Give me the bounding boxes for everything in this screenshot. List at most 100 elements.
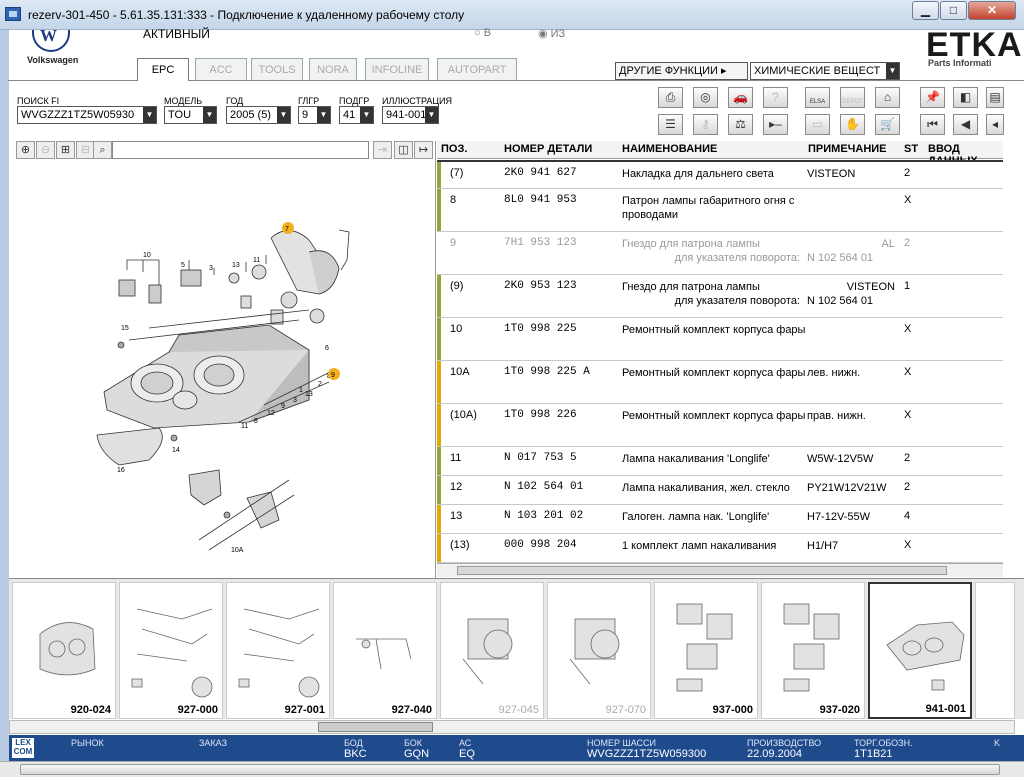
car-icon[interactable]: 🚗: [728, 87, 753, 108]
table-row[interactable]: 10A 1T0 998 225 A Ремонтный комплект корпу…: [437, 361, 1003, 404]
chevron-down-icon: ▼: [317, 107, 330, 123]
layout-icon[interactable]: ◫: [394, 141, 413, 159]
main-group-select[interactable]: 9 ▼: [298, 106, 331, 124]
tab-tools[interactable]: TOOLS: [251, 58, 303, 80]
thumbnail-scrollbar[interactable]: [9, 720, 1015, 734]
table-row[interactable]: 8 8L0 941 953 Патрон лампы габаритного огн…: [437, 189, 1003, 232]
image-search-input[interactable]: [112, 141, 369, 159]
radio-iz[interactable]: ◉ ИЗ: [538, 27, 565, 40]
row-name-text: Гнездо для патрона лампы: [622, 281, 760, 293]
tab-infoline[interactable]: INFOLINE: [365, 58, 429, 80]
row-st: 2: [904, 481, 911, 493]
callout-6: 6: [325, 345, 329, 352]
col-note[interactable]: ПРИМЕЧАНИЕ: [808, 143, 887, 155]
row-name-text: Патрон лампы габаритного огня с проводам…: [622, 195, 795, 221]
thumbnail-927-070[interactable]: 927-070: [547, 582, 651, 719]
first-icon[interactable]: ⏮: [920, 114, 945, 135]
col-name[interactable]: НАИМЕНОВАНИЕ: [622, 143, 717, 155]
table-row[interactable]: 10 1T0 998 225 Ремонтный комплект корпуса …: [437, 318, 1003, 361]
key-icon[interactable]: ⚷: [693, 114, 718, 135]
scrollbar-thumb[interactable]: [457, 566, 947, 575]
box-label: БОК: [404, 738, 423, 748]
pin-icon[interactable]: 📌: [920, 87, 945, 108]
table-row[interactable]: 9 7H1 953 123 Гнездо для патрона лампы для …: [437, 232, 1003, 275]
row-name-text: Ремонтный комплект корпуса фары: [622, 367, 806, 379]
row-name-text: Лампа накаливания, жел. стекло: [622, 482, 790, 494]
scrollbar-thumb[interactable]: [318, 722, 433, 732]
card-icon[interactable]: ▭: [805, 114, 830, 135]
col-st[interactable]: ST: [904, 143, 918, 155]
table-row[interactable]: 11 N 017 753 5 Лампа накаливания 'Longlife…: [437, 447, 1003, 476]
thumbnail-920-024[interactable]: 920-024: [12, 582, 116, 719]
thumbnail-927-040[interactable]: 927-040: [333, 582, 437, 719]
row-st: 1: [904, 280, 911, 292]
table-row[interactable]: (7) 2K0 941 627 Накладка для дальнего свет…: [437, 160, 1003, 189]
panel-splitter[interactable]: [435, 141, 436, 578]
depot-icon[interactable]: DEPOT: [840, 87, 865, 108]
copy-icon[interactable]: ⇥: [373, 141, 392, 159]
zoom-out-icon[interactable]: ⊖: [36, 141, 55, 159]
page-icon[interactable]: ▤: [986, 87, 1004, 108]
back-icon[interactable]: ◂: [986, 114, 1004, 135]
cart-icon[interactable]: ⌂: [875, 87, 900, 108]
table-row[interactable]: (10A) 1T0 998 226 Ремонтный комплект корпу…: [437, 404, 1003, 447]
printer-icon[interactable]: ⎙: [658, 87, 683, 108]
order-label: ЗАКАЗ: [199, 738, 228, 748]
search-select[interactable]: WVGZZZ1TZ5W05930 ▼: [17, 106, 157, 124]
other-functions-button[interactable]: ДРУГИЕ ФУНКЦИИ ▸: [615, 62, 748, 80]
table-row[interactable]: 13 N 103 201 02 Галоген. лампа нак. 'Longl…: [437, 505, 1003, 534]
parts-illustration[interactable]: 10 5 3 13 11 15 6 16 14 10A 11 8 12 9 3 …: [9, 160, 435, 578]
prev-icon[interactable]: ◀: [953, 114, 978, 135]
sub-group-select[interactable]: 41 ▼: [339, 106, 374, 124]
thumbnail-927-000[interactable]: 927-000: [119, 582, 223, 719]
thumbnail-927-045[interactable]: 927-045: [440, 582, 544, 719]
col-part-number[interactable]: НОМЕР ДЕТАЛИ: [504, 143, 592, 155]
tire-icon[interactable]: ◎: [693, 87, 718, 108]
table-scrollbar[interactable]: [437, 563, 1003, 577]
table-row[interactable]: (13) 000 998 204 1 комплект ламп накаливан…: [437, 534, 1003, 563]
maximize-button[interactable]: □: [940, 1, 967, 20]
scale-icon[interactable]: ⚖: [728, 114, 753, 135]
tab-nora[interactable]: NORA: [309, 58, 357, 80]
scrollbar-thumb[interactable]: [20, 764, 1000, 775]
row-st: 2: [904, 237, 911, 249]
thumbnail-partial[interactable]: [975, 582, 1015, 719]
cart-add-icon[interactable]: 🛒: [875, 114, 900, 135]
close-button[interactable]: ✕: [968, 1, 1016, 20]
row-part-number: 7H1 953 123: [504, 237, 577, 249]
elsa-icon[interactable]: ELSA: [805, 87, 830, 108]
zoom-in-icon[interactable]: ⊕: [16, 141, 35, 159]
thumbnail-937-000[interactable]: 937-000: [654, 582, 758, 719]
tab-acc[interactable]: ACC: [195, 58, 247, 80]
radio-v[interactable]: ○ В: [474, 27, 491, 39]
thumbnail-941-001[interactable]: 941-001: [868, 582, 972, 719]
magnifier-icon[interactable]: ⌕: [93, 141, 112, 159]
model-select[interactable]: TOU ▼: [164, 106, 217, 124]
play-minus-icon[interactable]: ▸–: [763, 114, 788, 135]
row-pos: (13): [450, 539, 470, 551]
thumbnail-937-020[interactable]: 937-020: [761, 582, 865, 719]
expand-icon[interactable]: ↦: [414, 141, 433, 159]
chevron-down-icon: ▼: [886, 63, 899, 79]
window-scrollbar[interactable]: [0, 761, 1024, 777]
table-row[interactable]: 12 N 102 564 01 Лампа накаливания, жел. ст…: [437, 476, 1003, 505]
hands-icon[interactable]: ✋: [840, 114, 865, 135]
minimize-button[interactable]: ▁: [912, 1, 939, 20]
thumbnail-927-001[interactable]: 927-001: [226, 582, 330, 719]
other-functions-select[interactable]: ХИМИЧЕСКИЕ ВЕЩЕСТ ▼: [750, 62, 900, 80]
row-name-text: 1 комплект ламп накаливания: [622, 540, 777, 552]
zoom-fit-icon[interactable]: ⊞: [56, 141, 75, 159]
remote-desktop-icon: [5, 7, 21, 21]
callout-13b: 13: [305, 391, 313, 398]
table-row[interactable]: (9) 2K0 953 123 Гнездо для патрона лампы дл…: [437, 275, 1003, 318]
tab-autopart[interactable]: AUTOPART: [437, 58, 517, 80]
tab-epc[interactable]: EPC: [137, 58, 189, 81]
col-pos[interactable]: ПОЗ.: [441, 143, 467, 155]
year-select[interactable]: 2005 (5) ▼: [226, 106, 291, 124]
search-help-icon[interactable]: ?: [763, 87, 788, 108]
chassis-label: НОМЕР ШАССИ: [587, 738, 657, 748]
list-icon[interactable]: ☰: [658, 114, 683, 135]
prev-page-icon[interactable]: ◧: [953, 87, 978, 108]
illustration-select[interactable]: 941-001 ▼: [382, 106, 439, 124]
row-pos: 13: [450, 510, 463, 522]
